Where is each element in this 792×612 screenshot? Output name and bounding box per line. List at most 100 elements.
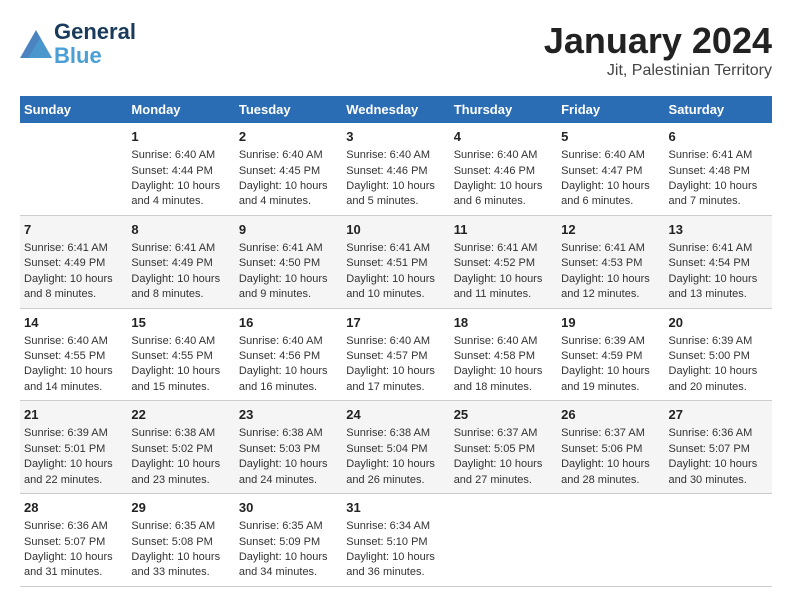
day-info: Sunrise: 6:35 AMSunset: 5:09 PMDaylight:… <box>239 519 338 581</box>
day-info: Sunrise: 6:38 AMSunset: 5:04 PMDaylight:… <box>346 426 445 488</box>
column-header-tuesday: Tuesday <box>235 96 342 123</box>
day-number: 28 <box>24 499 123 517</box>
day-number: 2 <box>239 128 338 146</box>
day-number: 30 <box>239 499 338 517</box>
day-info: Sunrise: 6:37 AMSunset: 5:05 PMDaylight:… <box>454 426 553 488</box>
day-number: 27 <box>669 406 768 424</box>
day-cell: 8 Sunrise: 6:41 AMSunset: 4:49 PMDaylight… <box>127 215 234 308</box>
day-number: 8 <box>131 221 230 239</box>
day-number: 22 <box>131 406 230 424</box>
day-number: 23 <box>239 406 338 424</box>
day-cell: 9 Sunrise: 6:41 AMSunset: 4:50 PMDaylight… <box>235 215 342 308</box>
day-info: Sunrise: 6:38 AMSunset: 5:02 PMDaylight:… <box>131 426 230 488</box>
day-info: Sunrise: 6:41 AMSunset: 4:51 PMDaylight:… <box>346 241 445 303</box>
day-number: 31 <box>346 499 445 517</box>
day-cell: 30 Sunrise: 6:35 AMSunset: 5:09 PMDayligh… <box>235 494 342 587</box>
day-number: 16 <box>239 314 338 332</box>
week-row-2: 7 Sunrise: 6:41 AMSunset: 4:49 PMDaylight… <box>20 215 772 308</box>
day-cell: 2 Sunrise: 6:40 AMSunset: 4:45 PMDaylight… <box>235 123 342 215</box>
day-cell: 20 Sunrise: 6:39 AMSunset: 5:00 PMDayligh… <box>665 308 772 401</box>
day-cell: 25 Sunrise: 6:37 AMSunset: 5:05 PMDayligh… <box>450 401 557 494</box>
day-number: 21 <box>24 406 123 424</box>
day-number: 1 <box>131 128 230 146</box>
day-info: Sunrise: 6:41 AMSunset: 4:49 PMDaylight:… <box>131 241 230 303</box>
day-info: Sunrise: 6:40 AMSunset: 4:57 PMDaylight:… <box>346 334 445 396</box>
day-info: Sunrise: 6:40 AMSunset: 4:58 PMDaylight:… <box>454 334 553 396</box>
day-number: 7 <box>24 221 123 239</box>
page-header: GeneralBlue January 2024 Jit, Palestinia… <box>20 20 772 80</box>
week-row-1: 1Sunrise: 6:40 AMSunset: 4:44 PMDaylight… <box>20 123 772 215</box>
day-cell: 15Sunrise: 6:40 AMSunset: 4:55 PMDayligh… <box>127 308 234 401</box>
day-cell: 1Sunrise: 6:40 AMSunset: 4:44 PMDaylight… <box>127 123 234 215</box>
day-number: 19 <box>561 314 660 332</box>
day-cell <box>20 123 127 215</box>
day-info: Sunrise: 6:38 AMSunset: 5:03 PMDaylight:… <box>239 426 338 488</box>
day-cell: 10 Sunrise: 6:41 AMSunset: 4:51 PMDayligh… <box>342 215 449 308</box>
logo: GeneralBlue <box>20 20 136 68</box>
day-info: Sunrise: 6:39 AMSunset: 5:00 PMDaylight:… <box>669 334 768 396</box>
day-cell: 23 Sunrise: 6:38 AMSunset: 5:03 PMDayligh… <box>235 401 342 494</box>
main-title: January 2024 <box>544 20 772 62</box>
day-number: 15 <box>131 314 230 332</box>
day-info: Sunrise: 6:40 AMSunset: 4:46 PMDaylight:… <box>454 148 553 210</box>
day-info: Sunrise: 6:40 AMSunset: 4:46 PMDaylight:… <box>346 148 445 210</box>
day-info: Sunrise: 6:41 AMSunset: 4:54 PMDaylight:… <box>669 241 768 303</box>
day-info: Sunrise: 6:36 AMSunset: 5:07 PMDaylight:… <box>24 519 123 581</box>
day-info: Sunrise: 6:41 AMSunset: 4:52 PMDaylight:… <box>454 241 553 303</box>
calendar-table: SundayMondayTuesdayWednesdayThursdayFrid… <box>20 96 772 587</box>
title-area: January 2024 Jit, Palestinian Territory <box>544 20 772 80</box>
day-info: Sunrise: 6:40 AMSunset: 4:47 PMDaylight:… <box>561 148 660 210</box>
day-number: 6 <box>669 128 768 146</box>
subtitle: Jit, Palestinian Territory <box>544 62 772 80</box>
day-cell: 3Sunrise: 6:40 AMSunset: 4:46 PMDaylight… <box>342 123 449 215</box>
day-cell: 28 Sunrise: 6:36 AMSunset: 5:07 PMDayligh… <box>20 494 127 587</box>
day-cell: 4 Sunrise: 6:40 AMSunset: 4:46 PMDaylight… <box>450 123 557 215</box>
day-number: 17 <box>346 314 445 332</box>
day-info: Sunrise: 6:35 AMSunset: 5:08 PMDaylight:… <box>131 519 230 581</box>
day-cell: 27 Sunrise: 6:36 AMSunset: 5:07 PMDayligh… <box>665 401 772 494</box>
day-number: 14 <box>24 314 123 332</box>
day-cell: 14 Sunrise: 6:40 AMSunset: 4:55 PMDayligh… <box>20 308 127 401</box>
column-header-thursday: Thursday <box>450 96 557 123</box>
column-header-wednesday: Wednesday <box>342 96 449 123</box>
day-cell: 7 Sunrise: 6:41 AMSunset: 4:49 PMDaylight… <box>20 215 127 308</box>
day-cell: 19 Sunrise: 6:39 AMSunset: 4:59 PMDayligh… <box>557 308 664 401</box>
day-number: 10 <box>346 221 445 239</box>
day-info: Sunrise: 6:34 AMSunset: 5:10 PMDaylight:… <box>346 519 445 581</box>
day-cell: 11 Sunrise: 6:41 AMSunset: 4:52 PMDayligh… <box>450 215 557 308</box>
day-cell: 29Sunrise: 6:35 AMSunset: 5:08 PMDayligh… <box>127 494 234 587</box>
day-cell: 5 Sunrise: 6:40 AMSunset: 4:47 PMDaylight… <box>557 123 664 215</box>
day-number: 5 <box>561 128 660 146</box>
calendar-header: SundayMondayTuesdayWednesdayThursdayFrid… <box>20 96 772 123</box>
day-number: 20 <box>669 314 768 332</box>
day-info: Sunrise: 6:41 AMSunset: 4:48 PMDaylight:… <box>669 148 768 210</box>
day-number: 24 <box>346 406 445 424</box>
day-info: Sunrise: 6:41 AMSunset: 4:53 PMDaylight:… <box>561 241 660 303</box>
day-cell: 21 Sunrise: 6:39 AMSunset: 5:01 PMDayligh… <box>20 401 127 494</box>
day-info: Sunrise: 6:36 AMSunset: 5:07 PMDaylight:… <box>669 426 768 488</box>
day-info: Sunrise: 6:41 AMSunset: 4:49 PMDaylight:… <box>24 241 123 303</box>
week-row-5: 28 Sunrise: 6:36 AMSunset: 5:07 PMDayligh… <box>20 494 772 587</box>
day-number: 13 <box>669 221 768 239</box>
day-cell: 24 Sunrise: 6:38 AMSunset: 5:04 PMDayligh… <box>342 401 449 494</box>
day-cell: 22 Sunrise: 6:38 AMSunset: 5:02 PMDayligh… <box>127 401 234 494</box>
week-row-4: 21 Sunrise: 6:39 AMSunset: 5:01 PMDayligh… <box>20 401 772 494</box>
day-info: Sunrise: 6:39 AMSunset: 5:01 PMDaylight:… <box>24 426 123 488</box>
day-info: Sunrise: 6:39 AMSunset: 4:59 PMDaylight:… <box>561 334 660 396</box>
column-header-saturday: Saturday <box>665 96 772 123</box>
day-number: 4 <box>454 128 553 146</box>
day-cell <box>665 494 772 587</box>
day-cell <box>450 494 557 587</box>
calendar-body: 1Sunrise: 6:40 AMSunset: 4:44 PMDaylight… <box>20 123 772 586</box>
day-info: Sunrise: 6:41 AMSunset: 4:50 PMDaylight:… <box>239 241 338 303</box>
day-cell: 12Sunrise: 6:41 AMSunset: 4:53 PMDayligh… <box>557 215 664 308</box>
day-number: 25 <box>454 406 553 424</box>
day-number: 11 <box>454 221 553 239</box>
day-number: 9 <box>239 221 338 239</box>
logo-text: GeneralBlue <box>54 20 136 68</box>
column-header-friday: Friday <box>557 96 664 123</box>
day-info: Sunrise: 6:40 AMSunset: 4:55 PMDaylight:… <box>24 334 123 396</box>
day-info: Sunrise: 6:40 AMSunset: 4:45 PMDaylight:… <box>239 148 338 210</box>
day-cell: 16Sunrise: 6:40 AMSunset: 4:56 PMDayligh… <box>235 308 342 401</box>
day-cell: 31 Sunrise: 6:34 AMSunset: 5:10 PMDayligh… <box>342 494 449 587</box>
